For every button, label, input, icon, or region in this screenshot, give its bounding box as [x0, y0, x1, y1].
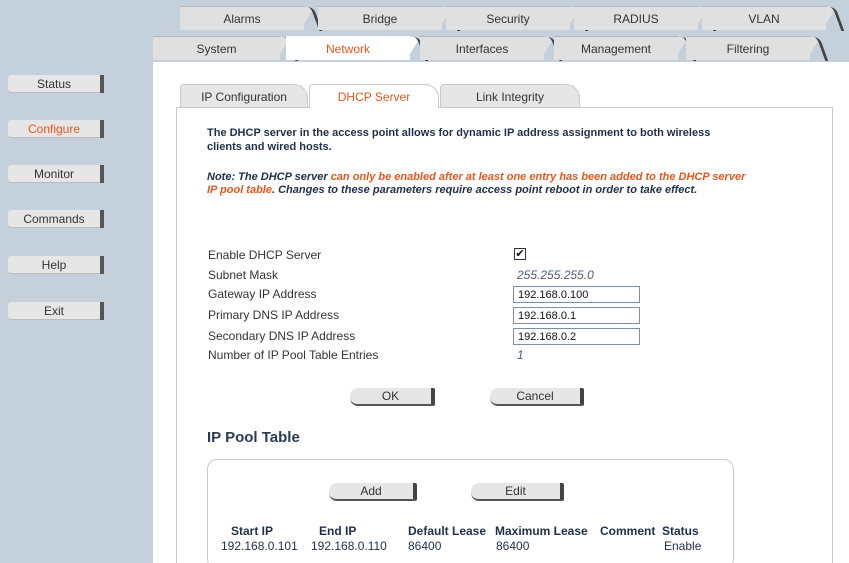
nav-status-button[interactable]: Status [8, 75, 104, 93]
tab-security[interactable]: Security [446, 6, 570, 30]
tab-interfaces[interactable]: Interfaces [420, 36, 544, 60]
row-end-ip: 192.168.0.110 [311, 539, 387, 553]
cancel-button[interactable]: Cancel [490, 388, 584, 406]
subnet-mask-label: Subnet Mask [208, 268, 279, 282]
row-default-lease: 86400 [408, 539, 442, 553]
column-header-start-ip: Start IP [231, 524, 274, 538]
subnet-mask-value: 255.255.255.0 [517, 268, 594, 282]
nav-commands-button[interactable]: Commands [8, 210, 104, 228]
enable-dhcp-label: Enable DHCP Server [208, 248, 322, 262]
tab-alarms[interactable]: Alarms [180, 6, 304, 30]
primary-dns-label: Primary DNS IP Address [208, 308, 340, 322]
enable-dhcp-checkbox[interactable]: ✔ [514, 248, 526, 260]
column-header-default-lease: Default Lease [408, 524, 487, 538]
tab-bridge[interactable]: Bridge [318, 6, 442, 30]
column-header-comment: Comment [600, 524, 656, 538]
tab-network[interactable]: Network [286, 36, 410, 60]
tab-management[interactable]: Management [554, 36, 678, 60]
secondary-dns-label: Secondary DNS IP Address [208, 329, 356, 343]
nav-monitor-button[interactable]: Monitor [8, 165, 104, 183]
edit-button[interactable]: Edit [471, 483, 564, 501]
secondary-dns-input[interactable] [513, 328, 640, 345]
row-maximum-lease: 86400 [496, 539, 530, 553]
nav-configure-button[interactable]: Configure [8, 120, 104, 138]
pool-entries-label: Number of IP Pool Table Entries [208, 348, 379, 362]
gateway-ip-input[interactable] [513, 286, 640, 303]
tab-system[interactable]: System [153, 36, 280, 60]
row-status: Enable [664, 539, 702, 553]
column-header-end-ip: End IP [319, 524, 357, 538]
nav-exit-button[interactable]: Exit [8, 302, 104, 320]
column-header-status: Status [662, 524, 699, 538]
ip-pool-table-title: IP Pool Table [207, 429, 300, 446]
gateway-ip-label: Gateway IP Address [208, 287, 317, 301]
column-header-maximum-lease: Maximum Lease [495, 524, 588, 538]
subtab-ip-configuration[interactable]: IP Configuration [180, 84, 308, 108]
subtab-dhcp-server[interactable]: DHCP Server [309, 84, 439, 108]
row-start-ip: 192.168.0.101 [221, 539, 298, 553]
nav-help-button[interactable]: Help [8, 256, 104, 274]
note-text: Note: The DHCP server can only be enable… [207, 171, 746, 196]
description-text: The DHCP server in the access point allo… [207, 127, 711, 153]
pool-entries-value: 1 [517, 348, 524, 362]
tab-filtering[interactable]: Filtering [686, 36, 810, 60]
subtab-link-integrity[interactable]: Link Integrity [440, 84, 580, 108]
ok-button[interactable]: OK [350, 388, 435, 406]
primary-dns-input[interactable] [513, 307, 640, 324]
add-button[interactable]: Add [329, 483, 417, 501]
tab-vlan[interactable]: VLAN [702, 6, 826, 30]
tab-radius[interactable]: RADIUS [574, 6, 698, 30]
